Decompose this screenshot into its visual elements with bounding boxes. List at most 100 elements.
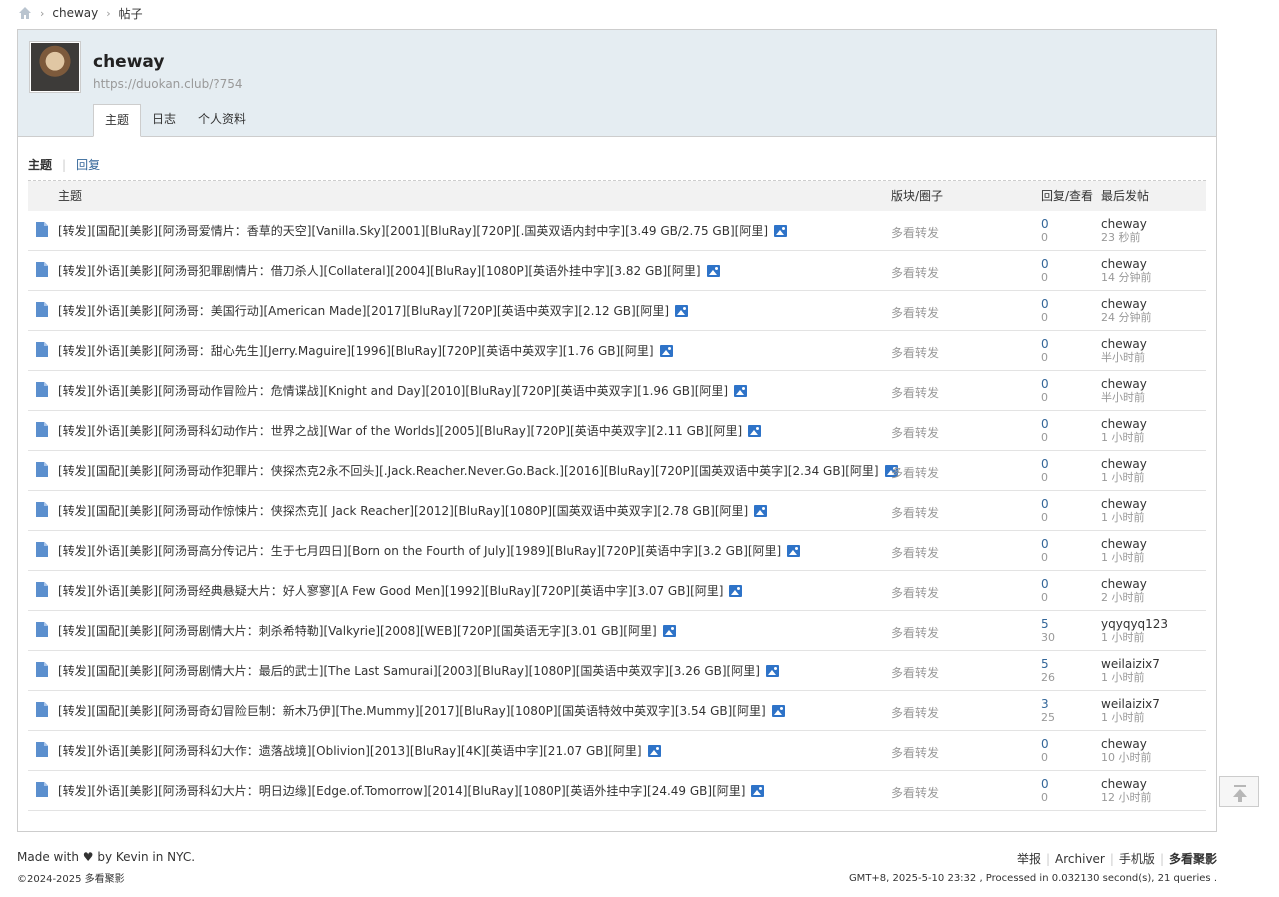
thread-title-text: [转发][国配][美影][阿汤哥动作惊悚片：侠探杰克][ Jack Reache… xyxy=(58,504,749,518)
last-post: cheway 半小时前 xyxy=(1101,337,1147,365)
thread-title-link[interactable]: [转发][外语][美影][阿汤哥动作冒险片：危情谍战][Knight and D… xyxy=(58,382,748,399)
thread-forum-link[interactable]: 多看转发 xyxy=(891,584,939,601)
last-post-user-link[interactable]: cheway xyxy=(1101,737,1152,751)
thread-title-link[interactable]: [转发][外语][美影][阿汤哥经典悬疑大片：好人寥寥][A Few Good … xyxy=(58,582,743,599)
thread-forum-link[interactable]: 多看转发 xyxy=(891,744,939,761)
last-post-user-link[interactable]: weilaizix7 xyxy=(1101,657,1160,671)
thread-title-link[interactable]: [转发][外语][美影][阿汤哥科幻大片：明日边缘][Edge.of.Tomor… xyxy=(58,782,765,799)
view-count: 0 xyxy=(1041,791,1048,804)
thread-forum-link[interactable]: 多看转发 xyxy=(891,464,939,481)
last-post-user-link[interactable]: cheway xyxy=(1101,217,1147,231)
profile-url-link[interactable]: https://duokan.club/?754 xyxy=(93,77,243,91)
thread-forum-link[interactable]: 多看转发 xyxy=(891,304,939,321)
last-post-user-link[interactable]: cheway xyxy=(1101,417,1147,431)
last-post-time-link[interactable]: 半小时前 xyxy=(1101,351,1147,365)
thread-title-link[interactable]: [转发][国配][美影][阿汤哥剧情大片：最后的武士][The Last Sam… xyxy=(58,662,779,679)
table-row: [转发][外语][美影][阿汤哥科幻大作：遗落战境][Oblivion][201… xyxy=(28,731,1206,771)
thread-forum-link[interactable]: 多看转发 xyxy=(891,544,939,561)
thread-forum-link[interactable]: 多看转发 xyxy=(891,664,939,681)
table-row: [转发][外语][美影][阿汤哥高分传记片：生于七月四日][Born on th… xyxy=(28,531,1206,571)
last-post-time-link[interactable]: 24 分钟前 xyxy=(1101,311,1152,325)
thread-title-text: [转发][外语][美影][阿汤哥高分传记片：生于七月四日][Born on th… xyxy=(58,544,782,558)
thread-title-link[interactable]: [转发][国配][美影][阿汤哥动作犯罪片：侠探杰克2永不回头][.Jack.R… xyxy=(58,462,898,479)
last-post-user-link[interactable]: cheway xyxy=(1101,337,1147,351)
thread-title-link[interactable]: [转发][外语][美影][阿汤哥：甜心先生][Jerry.Maguire][19… xyxy=(58,342,673,359)
last-post-time-link[interactable]: 10 小时前 xyxy=(1101,751,1152,765)
last-post-time-link[interactable]: 23 秒前 xyxy=(1101,231,1147,245)
header-forum: 版块/圈子 xyxy=(891,189,944,203)
thread-title-link[interactable]: [转发][国配][美影][阿汤哥爱情片：香草的天空][Vanilla.Sky][… xyxy=(58,222,788,239)
footer-link-mobile[interactable]: 手机版 xyxy=(1119,852,1155,866)
thread-forum-link[interactable]: 多看转发 xyxy=(891,704,939,721)
tab-blog[interactable]: 日志 xyxy=(141,104,187,135)
thread-counts: 00 xyxy=(1041,577,1049,605)
thread-forum-link[interactable]: 多看转发 xyxy=(891,384,939,401)
last-post-time-link[interactable]: 1 小时前 xyxy=(1101,471,1147,485)
subtab-replies[interactable]: 回复 xyxy=(76,156,100,173)
last-post-user-link[interactable]: cheway xyxy=(1101,537,1147,551)
tab-topics[interactable]: 主题 xyxy=(93,104,142,137)
thread-title-link[interactable]: [转发][外语][美影][阿汤哥科幻动作片：世界之战][War of the W… xyxy=(58,422,762,439)
thread-forum-link[interactable]: 多看转发 xyxy=(891,344,939,361)
thread-forum-link[interactable]: 多看转发 xyxy=(891,504,939,521)
last-post-user-link[interactable]: yqyqyq123 xyxy=(1101,617,1168,631)
last-post-time-link[interactable]: 1 小时前 xyxy=(1101,631,1168,645)
last-post-user-link[interactable]: cheway xyxy=(1101,577,1147,591)
image-attachment-icon xyxy=(647,744,661,757)
last-post-user-link[interactable]: cheway xyxy=(1101,777,1152,791)
reply-count: 0 xyxy=(1041,377,1049,391)
thread-title-link[interactable]: [转发][国配][美影][阿汤哥动作惊悚片：侠探杰克][ Jack Reache… xyxy=(58,502,768,519)
footer-link-report[interactable]: 举报 xyxy=(1017,852,1041,866)
image-attachment-icon xyxy=(754,504,768,517)
last-post-time-link[interactable]: 1 小时前 xyxy=(1101,431,1147,445)
thread-counts: 00 xyxy=(1041,257,1049,285)
last-post-user-link[interactable]: cheway xyxy=(1101,297,1152,311)
image-attachment-icon xyxy=(751,784,765,797)
breadcrumb-user-link[interactable]: cheway xyxy=(52,6,98,20)
thread-title-link[interactable]: [转发][外语][美影][阿汤哥科幻大作：遗落战境][Oblivion][201… xyxy=(58,742,661,759)
footer-link-archiver[interactable]: Archiver xyxy=(1055,852,1105,866)
last-post-user-link[interactable]: cheway xyxy=(1101,377,1147,391)
last-post-user-link[interactable]: cheway xyxy=(1101,457,1147,471)
thread-forum-link[interactable]: 多看转发 xyxy=(891,624,939,641)
footer-info: GMT+8, 2025-5-10 23:32 , Processed in 0.… xyxy=(848,873,1217,884)
last-post-time-link[interactable]: 12 小时前 xyxy=(1101,791,1152,805)
last-post: cheway 24 分钟前 xyxy=(1101,297,1152,325)
thread-title-link[interactable]: [转发][国配][美影][阿汤哥奇幻冒险巨制：新木乃伊][The.Mummy][… xyxy=(58,702,785,719)
last-post-time-link[interactable]: 2 小时前 xyxy=(1101,591,1147,605)
reply-count: 5 xyxy=(1041,617,1049,631)
thread-forum-link[interactable]: 多看转发 xyxy=(891,224,939,241)
thread-forum-link[interactable]: 多看转发 xyxy=(891,424,939,441)
thread-title-text: [转发][国配][美影][阿汤哥奇幻冒险巨制：新木乃伊][The.Mummy][… xyxy=(58,704,766,718)
last-post-user-link[interactable]: weilaizix7 xyxy=(1101,697,1160,711)
home-icon[interactable] xyxy=(18,6,32,20)
document-icon xyxy=(36,702,48,717)
thread-title-text: [转发][外语][美影][阿汤哥科幻大片：明日边缘][Edge.of.Tomor… xyxy=(58,784,746,798)
view-count: 0 xyxy=(1041,271,1048,284)
reply-count: 0 xyxy=(1041,577,1049,591)
back-to-top-button[interactable] xyxy=(1219,776,1259,807)
view-count: 0 xyxy=(1041,431,1048,444)
table-row: [转发][外语][美影][阿汤哥犯罪剧情片：借刀杀人][Collateral][… xyxy=(28,251,1206,291)
thread-forum-link[interactable]: 多看转发 xyxy=(891,264,939,281)
last-post-time-link[interactable]: 半小时前 xyxy=(1101,391,1147,405)
last-post-time-link[interactable]: 1 小时前 xyxy=(1101,711,1160,725)
last-post-time-link[interactable]: 14 分钟前 xyxy=(1101,271,1152,285)
thread-title-link[interactable]: [转发][外语][美影][阿汤哥犯罪剧情片：借刀杀人][Collateral][… xyxy=(58,262,720,279)
footer-link-brand[interactable]: 多看聚影 xyxy=(1169,852,1217,866)
profile-username[interactable]: cheway xyxy=(93,52,164,72)
avatar[interactable] xyxy=(29,41,81,93)
last-post-user-link[interactable]: cheway xyxy=(1101,257,1152,271)
subtab-topics[interactable]: 主题 xyxy=(28,156,52,173)
thread-forum-link[interactable]: 多看转发 xyxy=(891,784,939,801)
last-post-time-link[interactable]: 1 小时前 xyxy=(1101,511,1147,525)
document-icon xyxy=(36,622,48,637)
last-post-time-link[interactable]: 1 小时前 xyxy=(1101,551,1147,565)
last-post-user-link[interactable]: cheway xyxy=(1101,497,1147,511)
last-post-time-link[interactable]: 1 小时前 xyxy=(1101,671,1160,685)
image-attachment-icon xyxy=(765,664,779,677)
thread-title-link[interactable]: [转发][外语][美影][阿汤哥高分传记片：生于七月四日][Born on th… xyxy=(58,542,801,559)
tab-profile[interactable]: 个人资料 xyxy=(187,104,257,135)
thread-title-link[interactable]: [转发][外语][美影][阿汤哥：美国行动][American Made][20… xyxy=(58,302,689,319)
thread-title-link[interactable]: [转发][国配][美影][阿汤哥剧情大片：刺杀希特勒][Valkyrie][20… xyxy=(58,622,676,639)
